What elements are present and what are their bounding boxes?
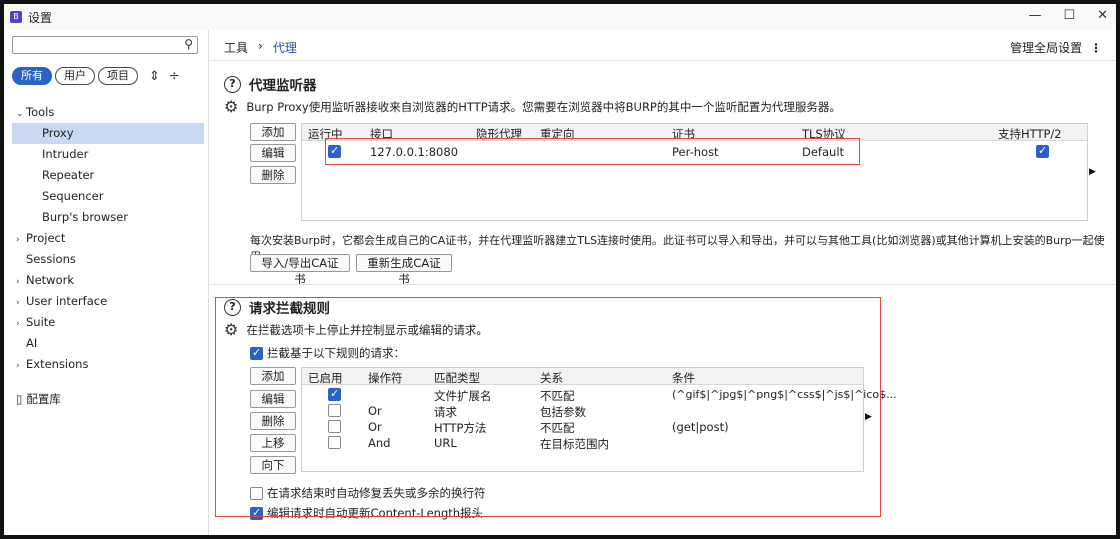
chevron-right-icon: › — [16, 277, 20, 287]
highlight-box-listener — [325, 138, 860, 165]
expand-all-icon[interactable]: ⇕ — [149, 69, 160, 84]
scope-filters: 所有 用户 项目 ⇕ ÷ — [12, 67, 180, 85]
config-library[interactable]: ▯ 配置库 — [4, 389, 208, 410]
listener-edit-button[interactable]: 编辑 — [250, 144, 296, 162]
listeners-description: ⚙ Burp Proxy使用监听器接收来自浏览器的HTTP请求。您需要在浏览器中… — [224, 97, 841, 116]
tree-group-extensions[interactable]: › Extensions — [4, 354, 208, 375]
search-input[interactable]: ⚲ — [12, 36, 198, 54]
tree-group-user-interface[interactable]: › User interface — [4, 291, 208, 312]
tree-group-suite[interactable]: › Suite — [4, 312, 208, 333]
tree-item-sessions[interactable]: Sessions — [4, 249, 208, 270]
more-vertical-icon[interactable]: ⋮ — [1090, 41, 1102, 55]
help-icon[interactable]: ? — [224, 75, 241, 93]
book-icon: ▯ — [16, 392, 23, 406]
filter-user[interactable]: 用户 — [55, 67, 95, 85]
tree-item-repeater[interactable]: Repeater — [4, 165, 208, 186]
listener-delete-button[interactable]: 删除 — [250, 166, 296, 184]
section-divider — [210, 284, 1116, 285]
window-title: 设置 — [28, 10, 53, 25]
main-panel: 工具 › 代理 管理全局设置 ⋮ ? 代理监听器 ⚙ Burp Proxy使用监… — [210, 30, 1116, 535]
chevron-right-icon: › — [16, 298, 20, 308]
chevron-down-icon: ⌄ — [16, 109, 24, 119]
tree-item-sequencer[interactable]: Sequencer — [4, 186, 208, 207]
import-export-ca-button[interactable]: 导入/导出CA证书 — [250, 254, 350, 286]
listener-add-button[interactable]: 添加 — [250, 123, 296, 141]
chevron-right-icon: › — [16, 235, 20, 245]
chevron-right-icon: › — [16, 361, 20, 371]
app-window: B 设置 — ☐ ✕ ⚲ 所有 用户 项目 ⇕ ÷ ⌄ Tools Proxy I… — [0, 0, 1120, 539]
maximize-icon[interactable]: ☐ — [1063, 8, 1075, 23]
title-bar: B 设置 — ☐ ✕ — [4, 4, 1116, 30]
breadcrumb-separator-icon: › — [258, 39, 263, 53]
gear-icon[interactable]: ⚙ — [224, 97, 238, 116]
tree-item-intruder[interactable]: Intruder — [4, 144, 208, 165]
minimize-icon[interactable]: — — [1028, 8, 1041, 23]
highlight-box-intercept — [215, 297, 881, 517]
scroll-right-icon[interactable]: ▶ — [1089, 167, 1096, 177]
listeners-heading: ? 代理监听器 — [224, 74, 317, 94]
app-logo-icon: B — [10, 11, 22, 23]
breadcrumb-tools[interactable]: 工具 — [224, 39, 248, 56]
tree-item-ai[interactable]: AI — [4, 333, 208, 354]
breadcrumb: 工具 › 代理 — [224, 39, 297, 56]
col-http2[interactable]: 支持HTTP/2 — [998, 126, 1062, 142]
tree-group-project[interactable]: › Project — [4, 228, 208, 249]
collapse-all-icon[interactable]: ÷ — [169, 69, 180, 84]
tree-item-burps-browser[interactable]: Burp's browser — [4, 207, 208, 228]
tree-group-network[interactable]: › Network — [4, 270, 208, 291]
filter-project[interactable]: 项目 — [98, 67, 138, 85]
search-icon[interactable]: ⚲ — [184, 37, 193, 51]
breadcrumb-proxy: 代理 — [272, 41, 297, 55]
settings-tree: ⌄ Tools Proxy Intruder Repeater Sequencer… — [4, 102, 208, 410]
filter-all[interactable]: 所有 — [12, 67, 52, 85]
http2-checkbox[interactable] — [1036, 144, 1049, 158]
tree-item-proxy[interactable]: Proxy — [12, 123, 204, 144]
header-divider — [210, 60, 1116, 61]
tree-group-tools[interactable]: ⌄ Tools — [4, 102, 208, 123]
global-settings-button[interactable]: 管理全局设置 ⋮ — [1010, 39, 1102, 56]
chevron-right-icon: › — [16, 319, 20, 329]
regenerate-ca-button[interactable]: 重新生成CA证书 — [356, 254, 452, 286]
close-icon[interactable]: ✕ — [1097, 8, 1108, 23]
sidebar: ⚲ 所有 用户 项目 ⇕ ÷ ⌄ Tools Proxy Intruder Rep… — [4, 30, 209, 535]
